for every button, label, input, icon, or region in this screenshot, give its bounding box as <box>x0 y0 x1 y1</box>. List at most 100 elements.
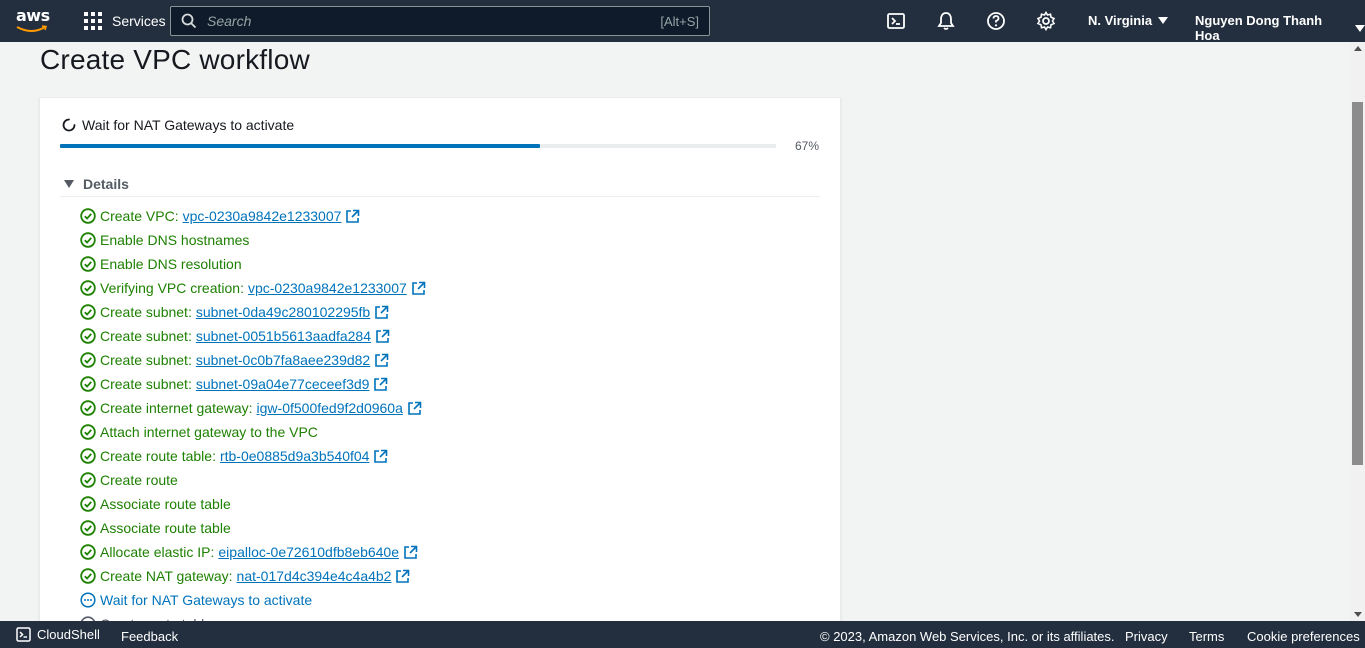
workflow-step: Create subnet: subnet-09a04e77ceceef3d9 <box>80 372 426 396</box>
step-text: Enable DNS hostnames <box>100 232 250 248</box>
workflow-step: Associate route table <box>80 492 426 516</box>
workflow-step: Create VPC: vpc-0230a9842e1233007 <box>80 204 426 228</box>
external-link-icon <box>376 329 390 343</box>
search-icon <box>181 13 197 29</box>
cloudshell-button[interactable]: CloudShell <box>16 627 100 642</box>
resource-link[interactable]: vpc-0230a9842e1233007 <box>183 208 361 224</box>
step-text: Attach internet gateway to the VPC <box>100 424 318 440</box>
step-text: Enable DNS resolution <box>100 256 242 272</box>
workflow-status: Wait for NAT Gateways to activate <box>62 117 294 133</box>
resource-link-text: eipalloc-0e72610dfb8eb640e <box>218 544 399 560</box>
resource-link-text: nat-017d4c394e4c4a4b2 <box>236 568 392 584</box>
resource-link-text: subnet-09a04e77ceceef3d9 <box>195 376 370 392</box>
resource-link-text: vpc-0230a9842e1233007 <box>247 280 407 296</box>
workflow-step: Create subnet: subnet-0c0b7fa8aee239d82 <box>80 348 426 372</box>
success-check-icon <box>80 352 96 368</box>
external-link-icon <box>346 209 360 223</box>
scroll-up-arrow-icon[interactable] <box>1354 46 1362 51</box>
resource-link[interactable]: igw-0f500fed9f2d0960a <box>257 400 422 416</box>
workflow-step: Create route table: rtb-0e0885d9a3b540f04 <box>80 444 426 468</box>
copyright-text: © 2023, Amazon Web Services, Inc. or its… <box>820 629 1115 644</box>
user-label: Nguyen Dong Thanh Hoa <box>1195 13 1323 43</box>
resource-link[interactable]: nat-017d4c394e4c4a4b2 <box>237 568 411 584</box>
cloudshell-icon <box>16 627 31 642</box>
loading-spinner-icon <box>62 118 76 132</box>
success-check-icon <box>80 232 96 248</box>
success-check-icon <box>80 328 96 344</box>
resource-link-text: subnet-0c0b7fa8aee239d82 <box>195 352 371 368</box>
region-label: N. Virginia <box>1088 13 1153 28</box>
resource-link[interactable]: subnet-0051b5613aadfa284 <box>196 328 390 344</box>
step-text: Create VPC: <box>100 208 179 224</box>
resource-link-text: igw-0f500fed9f2d0960a <box>256 400 403 416</box>
external-link-icon <box>408 401 422 415</box>
success-check-icon <box>80 496 96 512</box>
step-text: Create route <box>100 472 178 488</box>
search-input[interactable] <box>207 13 627 29</box>
caret-down-icon <box>1158 17 1169 24</box>
divider <box>60 196 820 197</box>
success-check-icon <box>80 208 96 224</box>
success-check-icon <box>80 520 96 536</box>
success-check-icon <box>80 568 96 584</box>
bell-icon[interactable] <box>936 11 956 31</box>
step-text: Create subnet: <box>100 352 192 368</box>
workflow-step: Create internet gateway: igw-0f500fed9f2d… <box>80 396 426 420</box>
step-text: Verifying VPC creation: <box>100 280 244 296</box>
success-check-icon <box>80 448 96 464</box>
in-progress-icon <box>80 592 96 608</box>
workflow-step: Wait for NAT Gateways to activate <box>80 588 426 612</box>
feedback-link[interactable]: Feedback <box>121 629 178 644</box>
workflow-step: Associate route table <box>80 516 426 540</box>
resource-link-text: vpc-0230a9842e1233007 <box>182 208 342 224</box>
resource-link[interactable]: subnet-09a04e77ceceef3d9 <box>196 376 389 392</box>
page-scrollbar[interactable] <box>1350 42 1365 621</box>
terms-link[interactable]: Terms <box>1189 629 1224 644</box>
services-menu-button[interactable]: Services <box>84 12 166 30</box>
aws-smile-icon <box>16 25 48 32</box>
resource-link-text: rtb-0e0885d9a3b540f04 <box>219 448 370 464</box>
resource-link[interactable]: subnet-0c0b7fa8aee239d82 <box>196 352 389 368</box>
aws-logo[interactable]: aws <box>16 8 52 34</box>
cloudshell-icon[interactable] <box>886 11 906 31</box>
external-link-icon <box>374 449 388 463</box>
workflow-step: Create subnet: subnet-0051b5613aadfa284 <box>80 324 426 348</box>
scrollbar-thumb[interactable] <box>1352 102 1363 465</box>
workflow-step: Enable DNS hostnames <box>80 228 426 252</box>
grid-icon <box>84 12 102 30</box>
region-selector[interactable]: N. Virginia <box>1088 13 1169 28</box>
step-text: Create subnet: <box>100 328 192 344</box>
status-text: Wait for NAT Gateways to activate <box>82 117 295 133</box>
resource-link[interactable]: vpc-0230a9842e1233007 <box>248 280 426 296</box>
step-text: Create subnet: <box>100 304 192 320</box>
progress-bar <box>60 144 776 148</box>
resource-link[interactable]: subnet-0da49c280102295fb <box>196 304 389 320</box>
success-check-icon <box>80 400 96 416</box>
success-check-icon <box>80 472 96 488</box>
success-check-icon <box>80 304 96 320</box>
workflow-step: Verifying VPC creation: vpc-0230a9842e123… <box>80 276 426 300</box>
user-menu[interactable]: Nguyen Dong Thanh Hoa <box>1195 13 1365 43</box>
success-check-icon <box>80 424 96 440</box>
workflow-step: Attach internet gateway to the VPC <box>80 420 426 444</box>
resource-link-text: subnet-0051b5613aadfa284 <box>195 328 372 344</box>
privacy-link[interactable]: Privacy <box>1125 629 1168 644</box>
scroll-down-arrow-icon[interactable] <box>1354 612 1362 617</box>
step-text: Associate route table <box>100 520 231 536</box>
external-link-icon <box>404 545 418 559</box>
help-icon[interactable] <box>986 11 1006 31</box>
cookie-preferences-link[interactable]: Cookie preferences <box>1247 629 1360 644</box>
gear-icon[interactable] <box>1036 11 1056 31</box>
step-text: Create NAT gateway: <box>100 568 233 584</box>
workflow-step: Create route <box>80 468 426 492</box>
external-link-icon <box>411 281 426 295</box>
details-expander[interactable]: Details <box>64 176 129 192</box>
resource-link[interactable]: eipalloc-0e72610dfb8eb640e <box>218 544 418 560</box>
workflow-step: Create subnet: subnet-0da49c280102295fb <box>80 300 426 324</box>
resource-link-text: subnet-0da49c280102295fb <box>195 304 371 320</box>
top-navigation: aws Services [Alt+S] N <box>0 0 1365 43</box>
search-bar[interactable]: [Alt+S] <box>170 6 710 36</box>
progress-bar-fill <box>60 144 540 148</box>
step-text: Associate route table <box>100 496 231 512</box>
resource-link[interactable]: rtb-0e0885d9a3b540f04 <box>220 448 388 464</box>
